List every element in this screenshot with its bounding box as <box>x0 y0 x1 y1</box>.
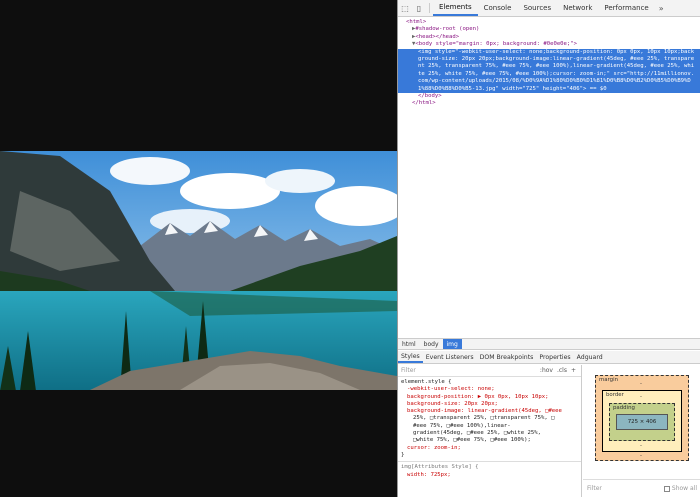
devtools-toolbar: ⬚ ▯ Elements Console Sources Network Per… <box>398 0 700 17</box>
styles-pane: Filter :hov .cls + element.style { -webk… <box>398 365 582 497</box>
tab-dom-breakpoints[interactable]: DOM Breakpoints <box>477 351 537 363</box>
border-label: border <box>606 392 624 398</box>
computed-filter-bar: Filter Show all <box>583 479 700 497</box>
css-selector: element.style { <box>401 379 452 385</box>
image-viewport <box>0 0 397 497</box>
lake-mountain-photo[interactable] <box>0 151 397 390</box>
computed-filter-input[interactable]: Filter <box>587 485 602 492</box>
dom-tree: <html> ▶#shadow-root (open) ▶<head></hea… <box>398 17 700 337</box>
devtools-panel: ⬚ ▯ Elements Console Sources Network Per… <box>397 0 700 497</box>
box-model-pane: margin - border - padding 725 × 406 - - … <box>583 365 700 497</box>
breadcrumb-html[interactable]: html <box>398 339 420 349</box>
class-toggle-button[interactable]: .cls <box>555 367 569 374</box>
tab-event-listeners[interactable]: Event Listeners <box>423 351 477 363</box>
dom-node-body-label: <body style="margin: 0px; background: #0… <box>415 41 578 48</box>
breadcrumb: html body img <box>398 338 700 350</box>
dom-node-head-label: <head></head> <box>415 33 460 40</box>
dom-node-body-close[interactable]: </body> <box>398 93 700 100</box>
add-rule-button[interactable]: + <box>569 367 578 374</box>
css-property[interactable]: background-image: linear-gradient(45deg,… <box>401 408 578 415</box>
css-rule-close: } <box>401 451 405 458</box>
show-all-checkbox[interactable] <box>663 485 670 492</box>
padding-label: padding <box>613 405 635 411</box>
show-all-label: Show all <box>671 485 697 492</box>
tab-properties[interactable]: Properties <box>536 351 573 363</box>
dom-node-html[interactable]: <html> <box>398 19 700 26</box>
box-model-content[interactable]: 725 × 406 <box>616 414 668 430</box>
dom-node-img-selected[interactable]: <img style="-webkit-user-select: none;ba… <box>398 48 700 94</box>
breadcrumb-body[interactable]: body <box>420 339 443 349</box>
box-model-margin[interactable]: margin - border - padding 725 × 406 - - <box>595 375 689 461</box>
tab-sources[interactable]: Sources <box>517 0 557 16</box>
css-property-continued: #eee 75%, □#eee 100%),linear- <box>413 422 511 429</box>
dom-node-head[interactable]: ▶<head></head> <box>398 34 700 41</box>
element-style-rule: element.style { -webkit-user-select: non… <box>398 377 581 461</box>
photo-illustration <box>0 151 397 390</box>
box-model-padding[interactable]: padding 725 × 406 <box>609 403 675 441</box>
styles-filter-input[interactable]: Filter <box>401 367 416 374</box>
tab-adguard[interactable]: Adguard <box>574 351 606 363</box>
css-property[interactable]: background-size: 20px 20px; <box>401 401 578 408</box>
tab-console[interactable]: Console <box>478 0 518 16</box>
css-property-continued: 25%, □transparent 25%, □transparent 75%,… <box>413 415 555 422</box>
dom-node-html-close[interactable]: </html> <box>398 100 700 107</box>
inspect-element-icon[interactable]: ⬚ <box>398 0 412 16</box>
margin-label: margin <box>599 377 619 383</box>
margin-top-value[interactable]: - <box>640 381 642 387</box>
device-toolbar-icon[interactable]: ▯ <box>412 0 426 16</box>
css-property-continued: □white 75%, □#eee 75%, □#eee 100%); <box>413 437 531 444</box>
hover-state-button[interactable]: :hov <box>538 367 555 374</box>
box-model-border[interactable]: border - padding 725 × 406 - <box>602 390 682 452</box>
styles-filter-bar: Filter :hov .cls + <box>398 365 581 377</box>
breadcrumb-img[interactable]: img <box>442 339 462 349</box>
dom-node-body[interactable]: ▼<body style="margin: 0px; background: #… <box>398 41 700 48</box>
border-top-value[interactable]: - <box>640 394 642 400</box>
tab-performance[interactable]: Performance <box>598 0 654 16</box>
css-selector: img[Attributes Style] { <box>401 464 479 471</box>
dom-node-shadow-root[interactable]: ▶#shadow-root (open) <box>398 26 700 33</box>
tab-elements[interactable]: Elements <box>433 0 478 16</box>
css-property[interactable]: width: 725px; <box>401 472 578 479</box>
tab-styles[interactable]: Styles <box>398 351 423 363</box>
border-bottom-value[interactable]: - <box>640 443 642 449</box>
attributes-style-rule: img[Attributes Style] { width: 725px; <box>398 461 581 481</box>
more-tabs-button[interactable]: » <box>655 0 668 16</box>
tab-network[interactable]: Network <box>557 0 598 16</box>
margin-bottom-value[interactable]: - <box>640 453 642 459</box>
css-property[interactable]: cursor: zoom-in; <box>401 445 578 452</box>
toolbar-separator <box>429 3 430 13</box>
sidebar-tabs: Styles Event Listeners DOM Breakpoints P… <box>398 351 700 364</box>
css-property[interactable]: background-position: ▶ 0px 0px, 10px 10p… <box>401 394 578 401</box>
css-property-continued: gradient(45deg, □#eee 25%, □white 25%, <box>413 430 541 437</box>
dom-node-shadow-root-label: #shadow-root (open) <box>415 26 480 33</box>
css-property[interactable]: -webkit-user-select: none; <box>401 386 578 393</box>
